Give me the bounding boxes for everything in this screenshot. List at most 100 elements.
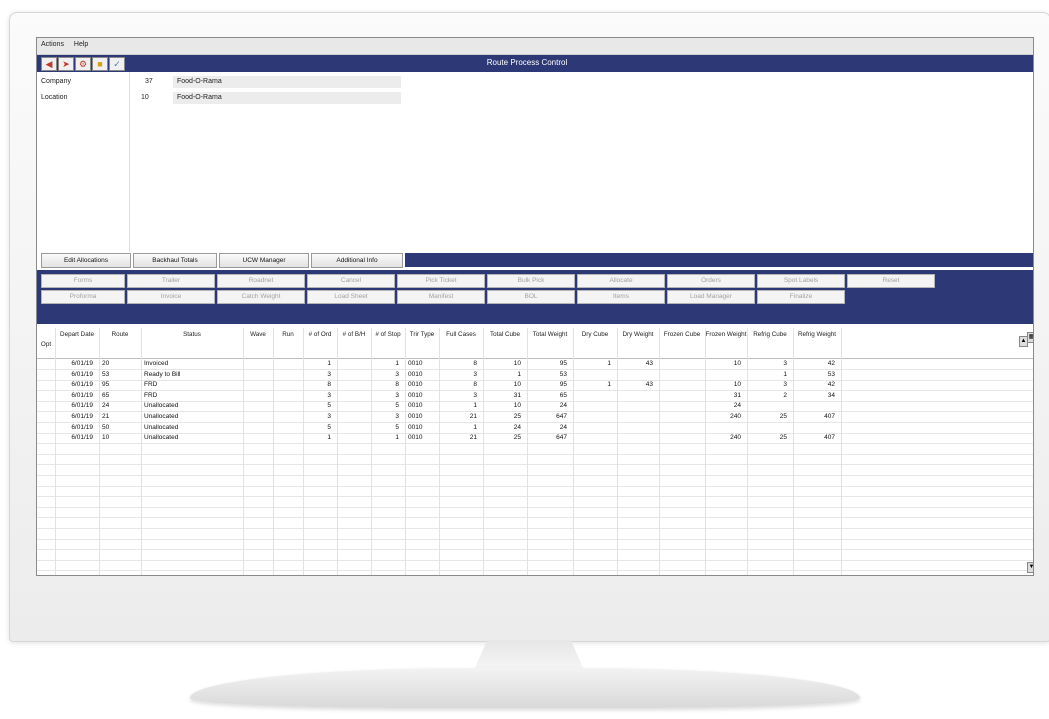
items-button[interactable]: Items — [577, 290, 665, 304]
pick-ticket-button[interactable]: Pick Ticket — [397, 274, 485, 288]
company-label: Company — [41, 78, 71, 85]
header-trailer-type[interactable]: Trir Type — [405, 331, 439, 339]
cell-refrig-cube: 3 — [783, 360, 787, 367]
manifest-button[interactable]: Manifest — [397, 290, 485, 304]
location-name: Food-O-Rama — [173, 92, 401, 104]
cell-route: 10 — [102, 434, 110, 442]
table-row[interactable]: 6/01/19 50 Unallocated 5 5 0010 1 24 24 — [37, 423, 1033, 434]
header-depart-date[interactable]: Depart Date — [55, 331, 99, 339]
header-full-cases[interactable]: Full Cases — [439, 331, 483, 339]
table-row[interactable] — [37, 486, 1033, 498]
invoice-button[interactable]: Invoice — [127, 290, 215, 304]
bol-button[interactable]: BOL — [487, 290, 575, 304]
cell-num-stops: 1 — [395, 434, 399, 442]
allocate-button[interactable]: Allocate — [577, 274, 665, 288]
table-row[interactable] — [37, 550, 1033, 561]
table-row[interactable] — [37, 507, 1033, 519]
table-row[interactable]: 6/01/19 24 Unallocated 5 5 0010 1 10 24 24 — [37, 401, 1033, 413]
column-divider — [573, 328, 574, 575]
cell-dry-cube: 1 — [607, 360, 611, 367]
column-divider — [55, 328, 56, 575]
cell-num-orders: 1 — [327, 434, 331, 442]
menu-help[interactable]: Help — [70, 38, 92, 51]
catch-weight-button[interactable]: Catch Weight — [217, 290, 305, 304]
table-row[interactable] — [37, 529, 1033, 540]
cell-total-weight: 24 — [559, 423, 567, 431]
header-total-cube[interactable]: Total Cube — [483, 331, 527, 339]
cell-total-cube: 10 — [513, 402, 521, 410]
table-row[interactable] — [37, 497, 1033, 508]
cell-num-stops: 5 — [395, 402, 399, 410]
table-row[interactable] — [37, 444, 1033, 455]
table-row[interactable] — [37, 465, 1033, 476]
trailer-button[interactable]: Trailer — [127, 274, 215, 288]
finalize-button[interactable]: Finalize — [757, 290, 845, 304]
table-row[interactable]: 6/01/19 53 Ready to Bill 3 3 0010 3 1 53 1 53 — [37, 370, 1033, 381]
cell-route: 95 — [102, 381, 110, 389]
table-row[interactable]: 6/01/19 95 FRD 8 8 0010 8 10 95 1 43 10 3 42 — [37, 380, 1033, 392]
tab-edit-allocations[interactable]: Edit Allocations — [41, 253, 131, 268]
tab-backhaul-totals[interactable]: Backhaul Totals — [133, 253, 217, 268]
cell-frozen-weight: 240 — [730, 434, 741, 442]
table-row[interactable]: 6/01/19 65 FRD 3 3 0010 3 31 65 31 2 34 — [37, 391, 1033, 402]
title-bar: ◀ ➤ ⚙ ■ ✓ Route Process Control — [37, 55, 1033, 72]
roadnet-button[interactable]: Roadnet — [217, 274, 305, 288]
column-divider — [617, 328, 618, 575]
header-wave[interactable]: Wave — [243, 331, 273, 339]
header-run[interactable]: Run — [273, 331, 303, 339]
company-code[interactable]: 37 — [145, 78, 153, 85]
header-opt[interactable]: Opt — [37, 341, 55, 349]
forward-icon[interactable]: ➤ — [58, 57, 74, 71]
header-route[interactable]: Route — [99, 331, 141, 339]
cell-status: Unallocated — [144, 434, 179, 442]
routes-grid: Opt Depart Date Route Status Wave Run # of Ord… — [37, 328, 1033, 575]
back-arrow-icon[interactable]: ◀ — [41, 57, 57, 71]
table-row[interactable]: 6/01/19 10 Unallocated 1 1 0010 21 25 647 240 25 40… — [37, 433, 1033, 445]
cell-total-cube: 25 — [513, 434, 521, 442]
cell-full-cases: 8 — [473, 360, 477, 367]
proforma-button[interactable]: Proforma — [41, 290, 125, 304]
table-row[interactable]: 6/01/19 21 Unallocated 3 3 0010 21 25 647 240 25 40… — [37, 412, 1033, 423]
orders-button[interactable]: Orders — [667, 274, 755, 288]
header-frozen-weight[interactable]: Frozen Weight — [705, 331, 747, 339]
header-refrig-weight[interactable]: Refrig Weight — [793, 331, 841, 339]
header-refrig-cube[interactable]: Refrig Cube — [747, 331, 793, 339]
cell-num-orders: 3 — [327, 391, 331, 399]
cell-status: Unallocated — [144, 423, 179, 431]
scroll-down-icon[interactable]: ▼ — [1027, 562, 1033, 573]
table-row[interactable] — [37, 539, 1033, 551]
cell-status: Ready to Bill — [144, 370, 181, 378]
header-dry-cube[interactable]: Dry Cube — [573, 331, 617, 339]
header-total-weight[interactable]: Total Weight — [527, 331, 573, 339]
header-status[interactable]: Status — [141, 331, 243, 339]
header-dry-weight[interactable]: Dry Weight — [617, 331, 659, 339]
cell-depart-date: 6/01/19 — [71, 423, 93, 431]
tab-ucw-manager[interactable]: UCW Manager — [219, 253, 309, 268]
load-sheet-button[interactable]: Load Sheet — [307, 290, 395, 304]
header-num-stops[interactable]: # of Stop — [371, 331, 405, 339]
header-num-orders[interactable]: # of Ord — [303, 331, 337, 339]
table-row[interactable] — [37, 454, 1033, 466]
tab-additional-info[interactable]: Additional Info — [311, 253, 403, 268]
table-row[interactable] — [37, 476, 1033, 487]
header-frozen-cube[interactable]: Frozen Cube — [659, 331, 705, 339]
cell-route: 65 — [102, 391, 110, 399]
bulk-pick-button[interactable]: Bulk Pick — [487, 274, 575, 288]
location-code[interactable]: 10 — [141, 94, 149, 101]
gear-icon[interactable]: ⚙ — [75, 57, 91, 71]
checklist-icon[interactable]: ✓ — [109, 57, 125, 71]
cancel-button[interactable]: Cancel — [307, 274, 395, 288]
load-manager-button[interactable]: Load Manager — [667, 290, 755, 304]
reset-button[interactable]: Reset — [847, 274, 935, 288]
table-row[interactable]: 6/01/19 20 Invoiced 1 1 0010 8 10 95 1 43 10 3 42 — [37, 359, 1033, 370]
column-divider — [841, 328, 842, 575]
menu-actions[interactable]: Actions — [37, 38, 68, 51]
grid-settings-icon[interactable]: ▦ — [1027, 332, 1033, 343]
forms-button[interactable]: Forms — [41, 274, 125, 288]
table-row[interactable] — [37, 518, 1033, 529]
table-row[interactable] — [37, 560, 1033, 572]
spot-labels-button[interactable]: Spot Labels — [757, 274, 845, 288]
cell-status: Invoiced — [144, 360, 169, 367]
header-num-bh[interactable]: # of B/H — [337, 331, 371, 339]
folder-icon[interactable]: ■ — [92, 57, 108, 71]
